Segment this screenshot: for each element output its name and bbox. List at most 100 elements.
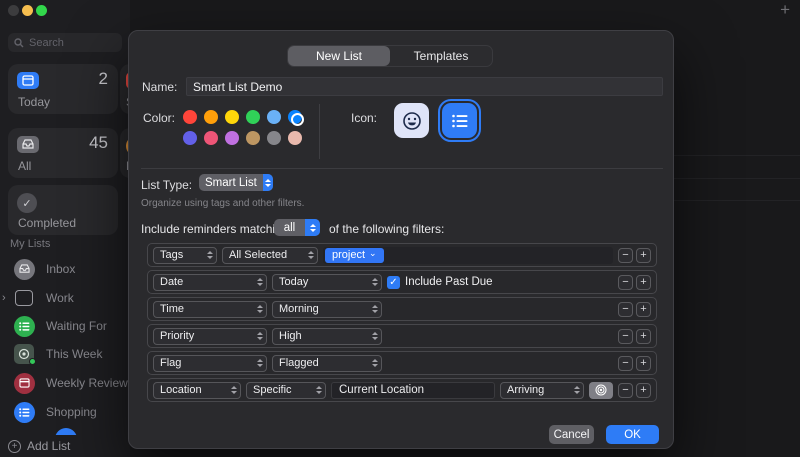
color-swatch-pink[interactable]	[204, 131, 218, 145]
stepper-chevrons-icon	[368, 359, 381, 367]
matching-mode-dropdown[interactable]: all	[274, 219, 320, 236]
stepper-chevrons-icon	[368, 332, 381, 340]
filter-field-dropdown[interactable]: Date	[153, 274, 267, 291]
filter-field-dropdown[interactable]: Location	[153, 382, 241, 399]
emoji-icon-button[interactable]	[394, 103, 429, 138]
window-zoom-button[interactable]	[36, 5, 47, 16]
add-list-button[interactable]: Add List	[0, 435, 130, 457]
stepper-chevrons-icon	[253, 332, 266, 340]
stepper-chevrons-icon	[570, 386, 583, 394]
stepper-chevrons-icon	[368, 305, 381, 313]
filter-operator-dropdown[interactable]: Flagged	[272, 355, 382, 372]
window-close-button[interactable]	[8, 5, 19, 16]
filter-operator-dropdown[interactable]: Today	[272, 274, 382, 291]
matching-suffix-label: of the following filters:	[329, 222, 444, 236]
add-filter-button[interactable]	[636, 248, 651, 263]
inbox-tray-icon	[14, 259, 35, 280]
filter-field-dropdown[interactable]: Time	[153, 301, 267, 318]
sidebar: Search 2 Today S 45 All Fl ✓ Completed M…	[0, 0, 130, 457]
remove-filter-button[interactable]	[618, 302, 633, 317]
matching-prefix-label: Include reminders matching	[141, 222, 288, 236]
color-swatch-purple[interactable]	[225, 131, 239, 145]
add-filter-button[interactable]	[636, 383, 651, 398]
stepper-chevrons-icon	[227, 386, 240, 394]
color-swatch-gray[interactable]	[267, 131, 281, 145]
include-past-due-checkbox[interactable]	[387, 276, 400, 289]
color-swatch-red[interactable]	[183, 110, 197, 124]
card-completed[interactable]: ✓ Completed	[8, 185, 118, 235]
stepper-chevrons-icon	[304, 251, 317, 259]
remove-filter-button[interactable]	[618, 329, 633, 344]
stepper-chevrons-icon	[253, 305, 266, 313]
search-icon	[14, 38, 24, 48]
color-swatch-blue-selected[interactable]	[288, 110, 302, 124]
calendar-icon	[14, 373, 35, 394]
stepper-chevrons-icon	[203, 251, 216, 259]
sidebar-item-work[interactable]: Work	[0, 285, 128, 311]
add-filter-button[interactable]	[636, 329, 651, 344]
sidebar-item-this-week[interactable]: This Week	[0, 341, 128, 367]
card-today[interactable]: 2 Today	[8, 64, 118, 114]
stepper-chevrons-icon	[253, 278, 266, 286]
list-icon-button-selected[interactable]	[442, 103, 477, 138]
completed-label: Completed	[18, 216, 76, 230]
work-box-icon	[15, 290, 33, 306]
stepper-chevrons-icon	[253, 359, 266, 367]
filter-field-dropdown[interactable]: Priority	[153, 328, 267, 345]
color-swatch-rose[interactable]	[288, 131, 302, 145]
remove-filter-button[interactable]	[618, 356, 633, 371]
current-location-button[interactable]	[589, 382, 613, 399]
filter-list: Tags All Selected project Date	[147, 243, 657, 402]
filter-field-dropdown[interactable]: Flag	[153, 355, 267, 372]
new-list-dialog: New List Templates Name: Color: Icon: Li…	[128, 30, 674, 449]
list-type-dropdown[interactable]: Smart List	[199, 174, 273, 191]
remove-filter-button[interactable]	[618, 275, 633, 290]
disclosure-chevron-icon[interactable]	[2, 292, 6, 304]
sidebar-item-shopping[interactable]: Shopping	[0, 399, 128, 425]
sidebar-item-waiting-for[interactable]: Waiting For	[0, 313, 128, 339]
new-reminder-plus-icon[interactable]	[780, 0, 790, 20]
card-all[interactable]: 45 All	[8, 128, 118, 178]
color-swatch-green[interactable]	[246, 110, 260, 124]
filter-operator-dropdown[interactable]: Specific	[246, 382, 326, 399]
window-minimize-button[interactable]	[22, 5, 33, 16]
filter-field-dropdown[interactable]: Tags	[153, 247, 217, 264]
location-input[interactable]: Current Location	[331, 382, 495, 399]
color-swatch-tan[interactable]	[246, 131, 260, 145]
add-list-label: Add List	[27, 439, 70, 453]
cancel-button[interactable]: Cancel	[549, 425, 594, 444]
tag-token-project[interactable]: project	[325, 248, 384, 263]
filter-operator-dropdown[interactable]: Morning	[272, 301, 382, 318]
add-filter-button[interactable]	[636, 275, 651, 290]
filter-row-date: Date Today Include Past Due	[147, 270, 657, 294]
color-swatch-lightblue[interactable]	[267, 110, 281, 124]
ok-button[interactable]: OK	[606, 425, 659, 444]
filter-operator-dropdown[interactable]: High	[272, 328, 382, 345]
sidebar-item-weekly-review[interactable]: Weekly Review	[0, 370, 128, 396]
color-label: Color:	[143, 111, 175, 125]
add-filter-button[interactable]	[636, 356, 651, 371]
remove-filter-button[interactable]	[618, 248, 633, 263]
name-input[interactable]	[186, 77, 663, 96]
color-swatch-indigo[interactable]	[183, 131, 197, 145]
remove-filter-button[interactable]	[618, 383, 633, 398]
target-icon	[14, 344, 34, 364]
tag-token-field[interactable]: project	[323, 247, 613, 264]
divider	[141, 168, 663, 169]
color-swatch-yellow[interactable]	[225, 110, 239, 124]
tab-templates[interactable]: Templates	[390, 46, 492, 66]
filter-row-tags: Tags All Selected project	[147, 243, 657, 267]
filter-row-time: Time Morning	[147, 297, 657, 321]
today-label: Today	[18, 95, 50, 109]
search-input[interactable]: Search	[8, 33, 122, 52]
list-type-hint: Organize using tags and other filters.	[141, 198, 304, 209]
add-filter-button[interactable]	[636, 302, 651, 317]
all-count: 45	[89, 133, 108, 153]
stepper-chevrons-icon	[312, 386, 325, 394]
filter-operator-dropdown[interactable]: All Selected	[222, 247, 318, 264]
sidebar-item-inbox[interactable]: Inbox	[0, 256, 128, 282]
color-swatch-orange[interactable]	[204, 110, 218, 124]
badge-dot	[29, 358, 36, 365]
arrival-mode-dropdown[interactable]: Arriving	[500, 382, 584, 399]
tab-new-list[interactable]: New List	[288, 46, 390, 66]
